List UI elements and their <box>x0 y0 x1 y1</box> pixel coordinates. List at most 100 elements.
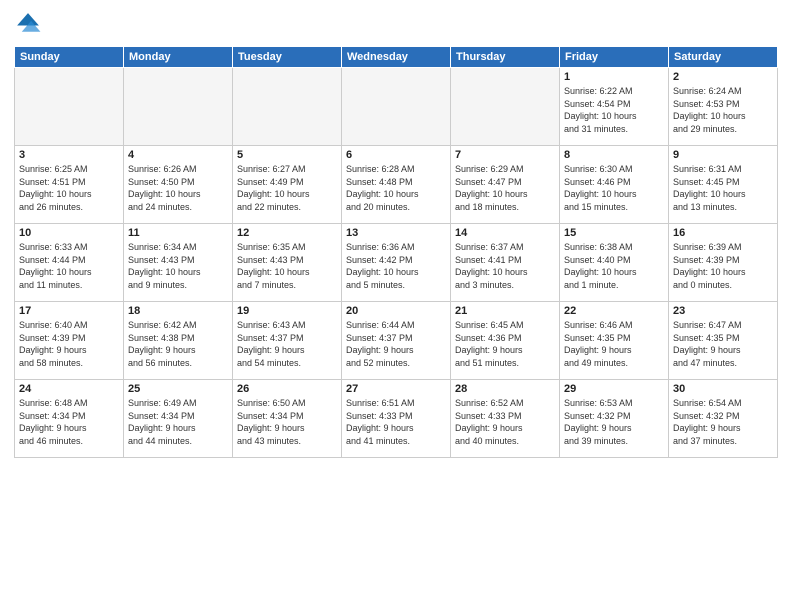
day-info: Sunrise: 6:53 AM Sunset: 4:32 PM Dayligh… <box>564 397 664 447</box>
calendar-cell: 7Sunrise: 6:29 AM Sunset: 4:47 PM Daylig… <box>451 146 560 224</box>
day-number: 6 <box>346 149 446 161</box>
day-number: 23 <box>673 305 773 317</box>
day-info: Sunrise: 6:22 AM Sunset: 4:54 PM Dayligh… <box>564 85 664 135</box>
day-info: Sunrise: 6:45 AM Sunset: 4:36 PM Dayligh… <box>455 319 555 369</box>
calendar-cell <box>451 68 560 146</box>
calendar-cell: 17Sunrise: 6:40 AM Sunset: 4:39 PM Dayli… <box>15 302 124 380</box>
logo-icon <box>14 10 42 38</box>
calendar-header-thursday: Thursday <box>451 47 560 68</box>
day-number: 13 <box>346 227 446 239</box>
calendar-cell: 16 Sunrise: 6:39 AM Sunset: 4:39 PM Dayli… <box>669 224 778 302</box>
calendar-cell: 22 Sunrise: 6:46 AM Sunset: 4:35 PM Dayli… <box>560 302 669 380</box>
calendar-cell: 2 Sunrise: 6:24 AM Sunset: 4:53 PM Daylig… <box>669 68 778 146</box>
day-number: 29 <box>564 383 664 395</box>
day-number: 25 <box>128 383 228 395</box>
day-info: Sunrise: 6:44 AM Sunset: 4:37 PM Dayligh… <box>346 319 446 369</box>
calendar-cell: 11Sunrise: 6:34 AM Sunset: 4:43 PM Dayli… <box>124 224 233 302</box>
day-number: 27 <box>346 383 446 395</box>
day-number: 21 <box>455 305 555 317</box>
day-number: 2 <box>673 71 773 83</box>
calendar-header-row: SundayMondayTuesdayWednesdayThursdayFrid… <box>15 47 778 68</box>
day-info: Sunrise: 6:42 AM Sunset: 4:38 PM Dayligh… <box>128 319 228 369</box>
day-info: Sunrise: 6:50 AM Sunset: 4:34 PM Dayligh… <box>237 397 337 447</box>
calendar-cell <box>15 68 124 146</box>
calendar-cell: 1 Sunrise: 6:22 AM Sunset: 4:54 PM Daylig… <box>560 68 669 146</box>
day-number: 26 <box>237 383 337 395</box>
calendar-cell: 19 Sunrise: 6:43 AM Sunset: 4:37 PM Dayli… <box>233 302 342 380</box>
header <box>14 10 778 38</box>
day-info: Sunrise: 6:27 AM Sunset: 4:49 PM Dayligh… <box>237 163 337 213</box>
calendar-cell <box>124 68 233 146</box>
calendar-week-1: 1 Sunrise: 6:22 AM Sunset: 4:54 PM Daylig… <box>15 68 778 146</box>
calendar-cell: 13Sunrise: 6:36 AM Sunset: 4:42 PM Dayli… <box>342 224 451 302</box>
day-number: 19 <box>237 305 337 317</box>
calendar-cell: 18Sunrise: 6:42 AM Sunset: 4:38 PM Dayli… <box>124 302 233 380</box>
day-number: 1 <box>564 71 664 83</box>
day-info: Sunrise: 6:51 AM Sunset: 4:33 PM Dayligh… <box>346 397 446 447</box>
calendar-cell: 15 Sunrise: 6:38 AM Sunset: 4:40 PM Dayli… <box>560 224 669 302</box>
day-number: 16 <box>673 227 773 239</box>
calendar-cell: 9 Sunrise: 6:31 AM Sunset: 4:45 PM Daylig… <box>669 146 778 224</box>
day-number: 10 <box>19 227 119 239</box>
day-number: 9 <box>673 149 773 161</box>
calendar-cell: 21 Sunrise: 6:45 AM Sunset: 4:36 PM Dayli… <box>451 302 560 380</box>
day-info: Sunrise: 6:49 AM Sunset: 4:34 PM Dayligh… <box>128 397 228 447</box>
day-info: Sunrise: 6:31 AM Sunset: 4:45 PM Dayligh… <box>673 163 773 213</box>
day-number: 4 <box>128 149 228 161</box>
calendar-cell: 26 Sunrise: 6:50 AM Sunset: 4:34 PM Dayli… <box>233 380 342 458</box>
day-info: Sunrise: 6:43 AM Sunset: 4:37 PM Dayligh… <box>237 319 337 369</box>
day-number: 11 <box>128 227 228 239</box>
day-info: Sunrise: 6:33 AM Sunset: 4:44 PM Dayligh… <box>19 241 119 291</box>
day-info: Sunrise: 6:52 AM Sunset: 4:33 PM Dayligh… <box>455 397 555 447</box>
calendar-cell: 20Sunrise: 6:44 AM Sunset: 4:37 PM Dayli… <box>342 302 451 380</box>
calendar-header-friday: Friday <box>560 47 669 68</box>
day-info: Sunrise: 6:48 AM Sunset: 4:34 PM Dayligh… <box>19 397 119 447</box>
calendar-cell: 4 Sunrise: 6:26 AM Sunset: 4:50 PM Daylig… <box>124 146 233 224</box>
day-info: Sunrise: 6:26 AM Sunset: 4:50 PM Dayligh… <box>128 163 228 213</box>
day-info: Sunrise: 6:29 AM Sunset: 4:47 PM Dayligh… <box>455 163 555 213</box>
day-number: 12 <box>237 227 337 239</box>
calendar-cell <box>233 68 342 146</box>
day-info: Sunrise: 6:35 AM Sunset: 4:43 PM Dayligh… <box>237 241 337 291</box>
day-number: 14 <box>455 227 555 239</box>
calendar-cell <box>342 68 451 146</box>
calendar-table: SundayMondayTuesdayWednesdayThursdayFrid… <box>14 46 778 458</box>
day-number: 24 <box>19 383 119 395</box>
day-number: 3 <box>19 149 119 161</box>
day-info: Sunrise: 6:25 AM Sunset: 4:51 PM Dayligh… <box>19 163 119 213</box>
calendar-week-2: 3 Sunrise: 6:25 AM Sunset: 4:51 PM Daylig… <box>15 146 778 224</box>
day-number: 15 <box>564 227 664 239</box>
calendar-cell: 23 Sunrise: 6:47 AM Sunset: 4:35 PM Dayli… <box>669 302 778 380</box>
calendar-header-tuesday: Tuesday <box>233 47 342 68</box>
calendar-week-3: 10 Sunrise: 6:33 AM Sunset: 4:44 PM Dayli… <box>15 224 778 302</box>
day-info: Sunrise: 6:46 AM Sunset: 4:35 PM Dayligh… <box>564 319 664 369</box>
day-info: Sunrise: 6:24 AM Sunset: 4:53 PM Dayligh… <box>673 85 773 135</box>
calendar-header-saturday: Saturday <box>669 47 778 68</box>
calendar-cell: 12 Sunrise: 6:35 AM Sunset: 4:43 PM Dayli… <box>233 224 342 302</box>
calendar-cell: 6Sunrise: 6:28 AM Sunset: 4:48 PM Daylig… <box>342 146 451 224</box>
day-info: Sunrise: 6:54 AM Sunset: 4:32 PM Dayligh… <box>673 397 773 447</box>
day-number: 5 <box>237 149 337 161</box>
calendar-cell: 8Sunrise: 6:30 AM Sunset: 4:46 PM Daylig… <box>560 146 669 224</box>
day-info: Sunrise: 6:30 AM Sunset: 4:46 PM Dayligh… <box>564 163 664 213</box>
day-info: Sunrise: 6:47 AM Sunset: 4:35 PM Dayligh… <box>673 319 773 369</box>
calendar-cell: 14 Sunrise: 6:37 AM Sunset: 4:41 PM Dayli… <box>451 224 560 302</box>
calendar-cell: 10 Sunrise: 6:33 AM Sunset: 4:44 PM Dayli… <box>15 224 124 302</box>
day-number: 22 <box>564 305 664 317</box>
day-number: 17 <box>19 305 119 317</box>
calendar-week-5: 24 Sunrise: 6:48 AM Sunset: 4:34 PM Dayli… <box>15 380 778 458</box>
calendar-cell: 28 Sunrise: 6:52 AM Sunset: 4:33 PM Dayli… <box>451 380 560 458</box>
day-info: Sunrise: 6:38 AM Sunset: 4:40 PM Dayligh… <box>564 241 664 291</box>
calendar-header-sunday: Sunday <box>15 47 124 68</box>
calendar-cell: 24 Sunrise: 6:48 AM Sunset: 4:34 PM Dayli… <box>15 380 124 458</box>
day-info: Sunrise: 6:39 AM Sunset: 4:39 PM Dayligh… <box>673 241 773 291</box>
day-number: 28 <box>455 383 555 395</box>
calendar-week-4: 17Sunrise: 6:40 AM Sunset: 4:39 PM Dayli… <box>15 302 778 380</box>
calendar-cell: 3 Sunrise: 6:25 AM Sunset: 4:51 PM Daylig… <box>15 146 124 224</box>
calendar-header-wednesday: Wednesday <box>342 47 451 68</box>
page: SundayMondayTuesdayWednesdayThursdayFrid… <box>0 0 792 612</box>
calendar-cell: 5 Sunrise: 6:27 AM Sunset: 4:49 PM Daylig… <box>233 146 342 224</box>
day-info: Sunrise: 6:37 AM Sunset: 4:41 PM Dayligh… <box>455 241 555 291</box>
calendar-cell: 30Sunrise: 6:54 AM Sunset: 4:32 PM Dayli… <box>669 380 778 458</box>
calendar-cell: 27 Sunrise: 6:51 AM Sunset: 4:33 PM Dayli… <box>342 380 451 458</box>
